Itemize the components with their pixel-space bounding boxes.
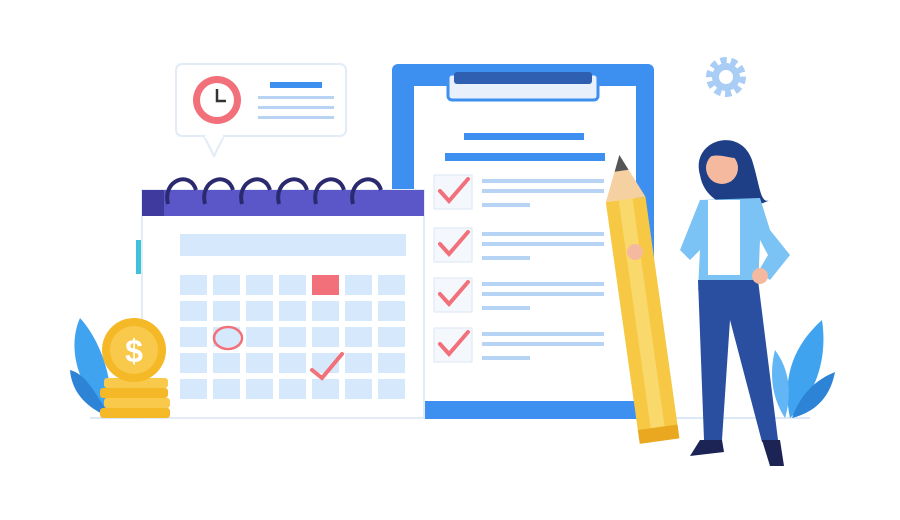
calendar-day-cell <box>279 275 306 295</box>
calendar-day-cell <box>279 379 306 399</box>
calendar-day-cell <box>180 379 207 399</box>
svg-text:$: $ <box>125 333 143 369</box>
calendar-day-cell <box>378 379 405 399</box>
calendar-day-cell <box>246 301 273 321</box>
calendar-day-cell <box>180 327 207 347</box>
calendar-day-cell <box>246 327 273 347</box>
calendar-day-cell <box>345 353 372 373</box>
calendar-day-cell <box>246 379 273 399</box>
calendar-day-cell <box>246 275 273 295</box>
leaf-icon <box>772 320 835 418</box>
calendar-day-cell <box>378 353 405 373</box>
calendar-day-cell <box>345 275 372 295</box>
calendar-day-cell <box>378 301 405 321</box>
calendar-day-cell <box>312 379 339 399</box>
calendar-day-cell <box>279 327 306 347</box>
calendar-day-cell <box>213 301 240 321</box>
calendar-day-cell <box>345 301 372 321</box>
calendar-day-cell <box>312 327 339 347</box>
calendar-day-cell <box>345 379 372 399</box>
calendar-day-cell <box>246 353 273 373</box>
calendar-day-cell <box>279 301 306 321</box>
hand <box>627 244 643 260</box>
calendar-day-cell <box>213 353 240 373</box>
clock-icon <box>175 63 347 159</box>
coin-icon: $ <box>100 318 170 418</box>
calendar-day-cell <box>378 275 405 295</box>
calendar-day-cell <box>345 327 372 347</box>
calendar-day-cell <box>312 275 339 295</box>
calendar-icon <box>136 177 425 419</box>
calendar-day-cell <box>180 353 207 373</box>
calendar-day-cell <box>312 301 339 321</box>
gear-icon <box>706 57 746 97</box>
calendar-day-cell <box>180 301 207 321</box>
calendar-day-cell <box>279 353 306 373</box>
calendar-day-cell <box>213 275 240 295</box>
calendar-day-cell <box>180 275 207 295</box>
illustration-canvas: $ <box>70 57 835 466</box>
calendar-day-cell <box>378 327 405 347</box>
calendar-day-cell <box>213 379 240 399</box>
